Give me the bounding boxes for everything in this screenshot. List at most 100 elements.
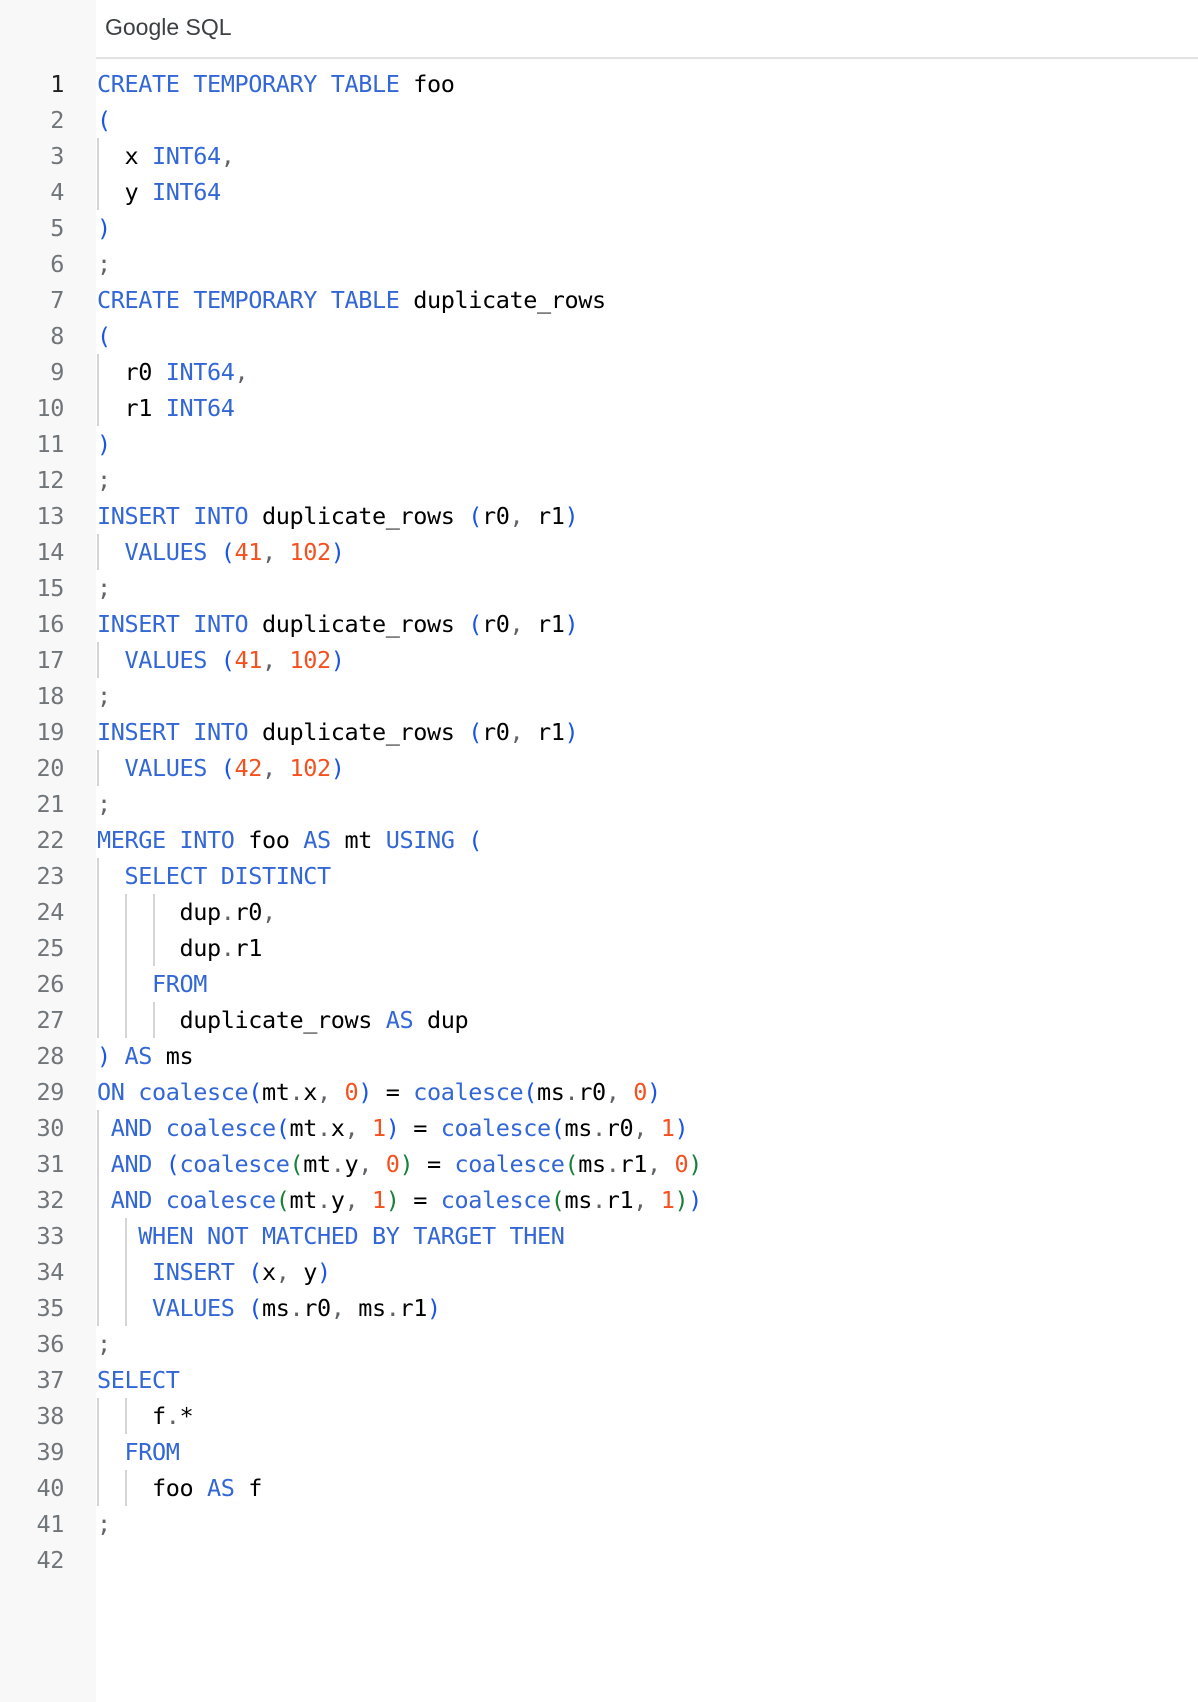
punctuation-token: , [234, 358, 249, 386]
punctuation-token: , [220, 142, 235, 170]
code-line[interactable]: 28) AS ms [0, 1038, 1198, 1074]
code-line[interactable]: 42 [0, 1542, 1198, 1578]
code-line[interactable]: 37 SELECT [0, 1362, 1198, 1398]
paren-token: ( [97, 322, 111, 350]
punctuation-token: , [633, 1186, 661, 1214]
code-line[interactable]: 36; [0, 1326, 1198, 1362]
code-line[interactable]: 7 CREATE TEMPORARY TABLE duplicate_rows [0, 282, 1198, 318]
paren-token: ( [220, 538, 235, 566]
keyword-token: coalesce [413, 1078, 524, 1106]
keyword-token: CREATE TEMPORARY TABLE [97, 286, 400, 314]
identifier-token [235, 1258, 249, 1286]
paren-token: ) [646, 1078, 661, 1106]
code-line[interactable]: 34 INSERT (x, y) [0, 1254, 1198, 1290]
line-number: 7 [50, 286, 64, 314]
identifier-token [97, 1438, 125, 1466]
identifier-token: x [330, 1114, 345, 1142]
code-text: y INT64 [97, 174, 221, 210]
code-line[interactable]: 10 r1 INT64 [0, 390, 1198, 426]
paren-token: ) [688, 1150, 702, 1178]
identifier-token: * [179, 1402, 194, 1430]
identifier-token: ms [536, 1078, 565, 1106]
code-line[interactable]: 1 CREATE TEMPORARY TABLE foo [0, 66, 1198, 102]
code-line[interactable]: 19 INSERT INTO duplicate_rows (r0, r1) [0, 714, 1198, 750]
line-number: 21 [36, 790, 65, 818]
line-number: 20 [36, 754, 65, 782]
code-line[interactable]: 24 dup.r0, [0, 894, 1198, 930]
code-line[interactable]: 13 INSERT INTO duplicate_rows (r0, r1) [0, 498, 1198, 534]
punctuation-token: , [509, 502, 537, 530]
code-line[interactable]: 2( [0, 102, 1198, 138]
identifier-token [454, 826, 468, 854]
code-line[interactable]: 32 AND coalesce(mt.y, 1) = coalesce(ms.r… [0, 1182, 1198, 1218]
code-text: ; [97, 570, 111, 606]
code-line[interactable]: 41; [0, 1506, 1198, 1542]
code-line[interactable]: 22 MERGE INTO foo AS mt USING ( [0, 822, 1198, 858]
code-line[interactable]: 12; [0, 462, 1198, 498]
paren-token: ( [220, 754, 235, 782]
code-line[interactable]: 40 foo AS f [0, 1470, 1198, 1506]
line-number: 24 [36, 898, 65, 926]
line-number: 14 [36, 538, 65, 566]
keyword-token: INSERT INTO [97, 610, 249, 638]
number-token: 1 [371, 1186, 386, 1214]
code-line[interactable]: 21; [0, 786, 1198, 822]
keyword-token: AND [110, 1150, 153, 1178]
line-number: 33 [36, 1222, 65, 1250]
keyword-token: VALUES [124, 538, 208, 566]
identifier-token: mt [303, 1150, 331, 1178]
dialect-label: Google SQL [105, 14, 232, 40]
code-line[interactable]: 18; [0, 678, 1198, 714]
line-number: 22 [36, 826, 65, 854]
keyword-token: AS [303, 826, 331, 854]
identifier-token: duplicate_rows [399, 286, 606, 314]
identifier-token: r0 [605, 1114, 634, 1142]
code-line[interactable]: 5) [0, 210, 1198, 246]
sql-code-editor[interactable]: 1 CREATE TEMPORARY TABLE foo 2(3 x INT64, 4… [0, 66, 1198, 1578]
number-token: 0 [385, 1150, 400, 1178]
code-line[interactable]: 20 VALUES (42, 102) [0, 750, 1198, 786]
code-line[interactable]: 33 WHEN NOT MATCHED BY TARGET THEN [0, 1218, 1198, 1254]
paren-token: ( [275, 1114, 290, 1142]
code-line[interactable]: 39 FROM [0, 1434, 1198, 1470]
identifier-token [97, 538, 125, 566]
line-number: 12 [36, 466, 65, 494]
punctuation-token: . [220, 934, 235, 962]
code-line[interactable]: 6; [0, 246, 1198, 282]
code-line[interactable]: 9 r0 INT64, [0, 354, 1198, 390]
code-line[interactable]: 35 VALUES (ms.r0, ms.r1) [0, 1290, 1198, 1326]
line-number: 17 [36, 646, 65, 674]
punctuation-token: . [289, 1078, 304, 1106]
code-line[interactable]: 8( [0, 318, 1198, 354]
code-line[interactable]: 17 VALUES (41, 102) [0, 642, 1198, 678]
paren-token: ) [97, 1042, 111, 1070]
code-line[interactable]: 23 SELECT DISTINCT [0, 858, 1198, 894]
code-text: ON coalesce(mt.x, 0) = coalesce(ms.r0, 0… [97, 1074, 661, 1110]
paren-token: ( [468, 718, 482, 746]
code-line[interactable]: 27 duplicate_rows AS dup [0, 1002, 1198, 1038]
code-line[interactable]: 11) [0, 426, 1198, 462]
identifier-token: = [413, 1150, 455, 1178]
code-line[interactable]: 29 ON coalesce(mt.x, 0) = coalesce(ms.r0,… [0, 1074, 1198, 1110]
identifier-token: = [399, 1186, 441, 1214]
paren-token: ) [564, 610, 579, 638]
keyword-token: AND coalesce [110, 1114, 276, 1142]
code-line[interactable]: 30 AND coalesce(mt.x, 1) = coalesce(ms.r… [0, 1110, 1198, 1146]
identifier-token: foo [97, 1474, 207, 1502]
code-text: SELECT DISTINCT [97, 858, 332, 894]
code-line[interactable]: 16 INSERT INTO duplicate_rows (r0, r1) [0, 606, 1198, 642]
paren-token: ( [248, 1258, 262, 1286]
code-line[interactable]: 14 VALUES (41, 102) [0, 534, 1198, 570]
code-line[interactable]: 25 dup.r1 [0, 930, 1198, 966]
code-line[interactable]: 15; [0, 570, 1198, 606]
code-line[interactable]: 38 f.* [0, 1398, 1198, 1434]
code-line[interactable]: 3 x INT64, [0, 138, 1198, 174]
line-number: 25 [36, 934, 65, 962]
code-line[interactable]: 31 AND (coalesce(mt.y, 0) = coalesce(ms.… [0, 1146, 1198, 1182]
code-line[interactable]: 4 y INT64 [0, 174, 1198, 210]
code-text: MERGE INTO foo AS mt USING ( [97, 822, 482, 858]
paren-token: ( [220, 646, 235, 674]
paren-token: ( [550, 1114, 565, 1142]
code-line[interactable]: 26 FROM [0, 966, 1198, 1002]
number-token: 0 [344, 1078, 359, 1106]
